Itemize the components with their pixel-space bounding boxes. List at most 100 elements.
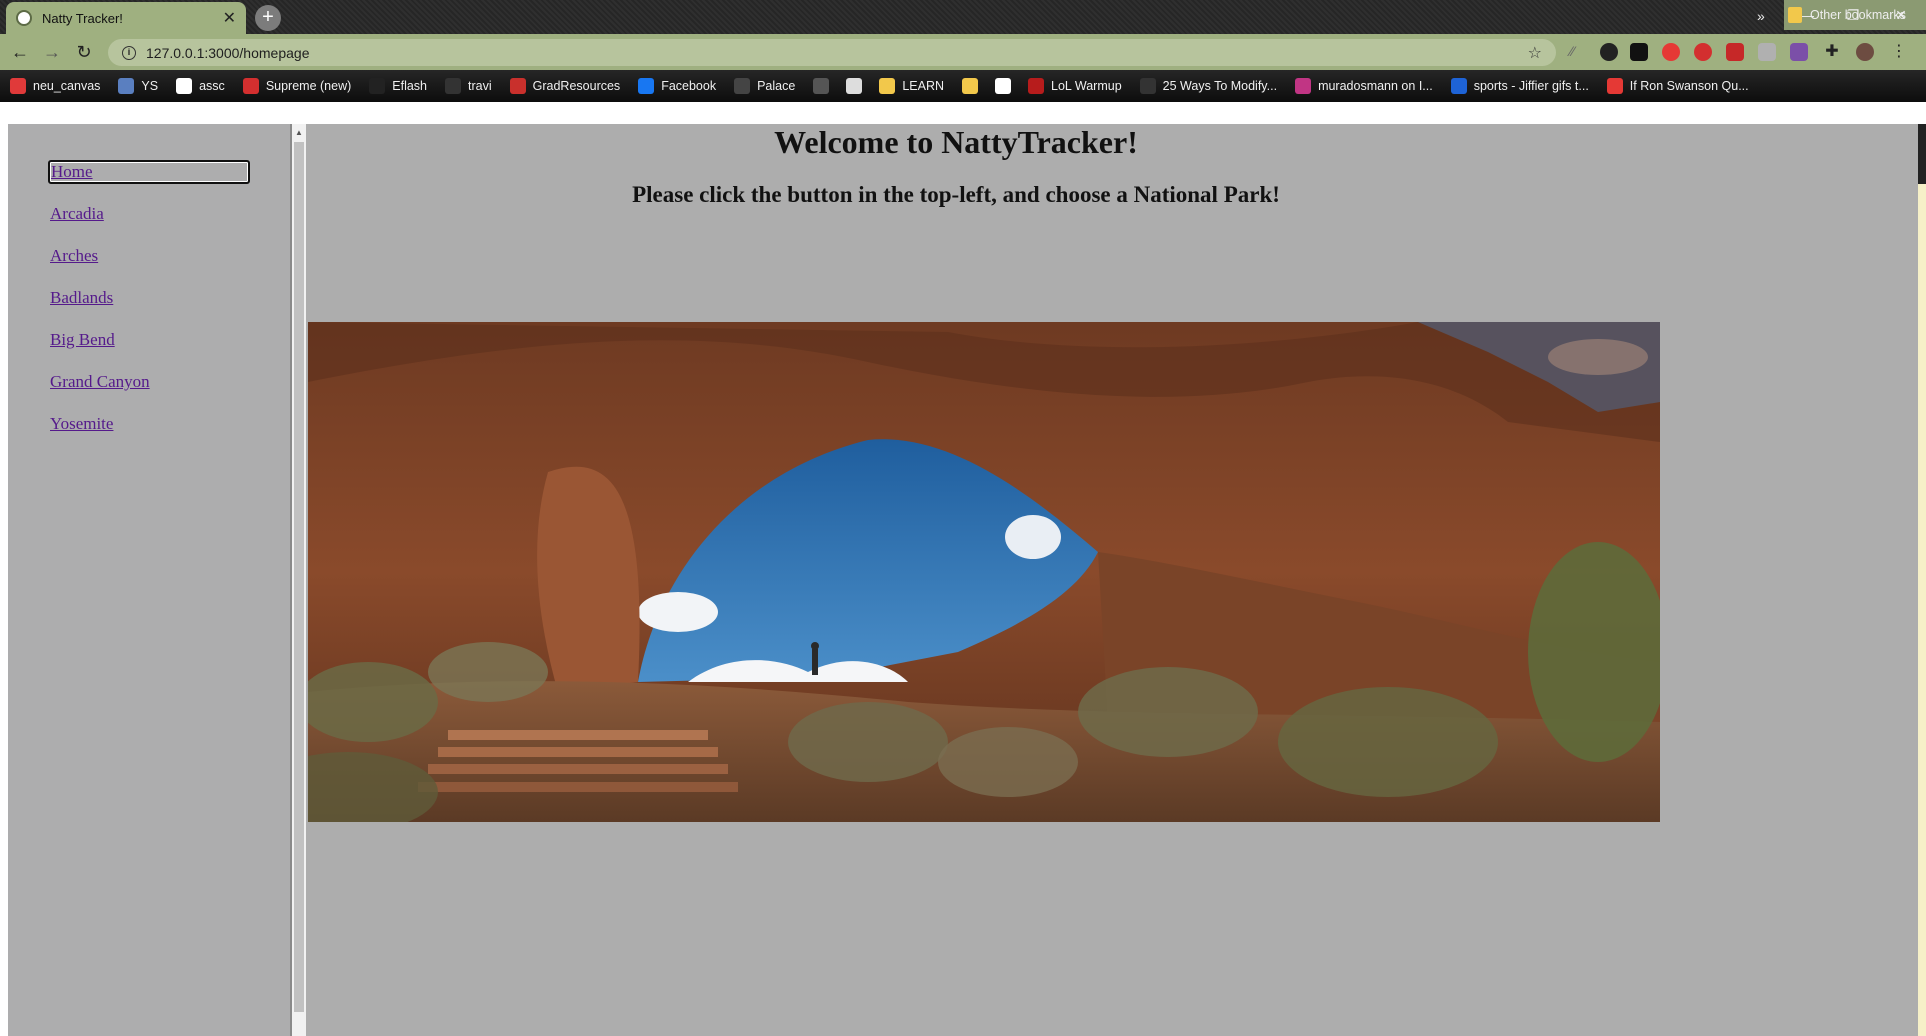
page-scrollbar-thumb[interactable] [1918,124,1926,184]
bookmark-item[interactable]: LEARN [879,78,944,94]
bookmark-favicon-icon [995,78,1012,94]
extensions-puzzle-icon[interactable]: ✚ [1823,43,1841,61]
extension-icon[interactable] [1662,43,1680,61]
bookmark-label: travi [468,79,492,93]
sidebar-item-arches[interactable]: Arches [50,246,98,266]
bookmark-item[interactable]: Eflash [369,78,427,94]
bookmark-item[interactable]: 25 Ways To Modify... [1139,78,1278,94]
bookmarks-bar: neu_canvas YS assc Supreme (new) Eflash travi… [0,70,1926,102]
new-tab-button[interactable]: + [255,5,281,31]
web-page: » Home Arcadia Arches Badlands Big Bend … [0,102,1926,1036]
bookmark-item[interactable]: GradResources [509,78,621,94]
bookmark-label: 25 Ways To Modify... [1162,79,1278,93]
bookmark-item[interactable]: Facebook [638,78,716,94]
bookmark-item[interactable]: neu_canvas [10,78,100,94]
extension-icon[interactable]: ⁄⁄ [1570,43,1588,61]
bookmark-favicon-icon [1606,78,1623,94]
scroll-up-icon[interactable]: ▲ [295,128,303,137]
forward-arrow-icon[interactable]: → [40,40,64,64]
bookmark-favicon-icon [176,78,193,94]
bookmark-item[interactable] [962,78,985,94]
menu-kebab-icon[interactable]: ⋮ [1890,43,1908,61]
browser-tab[interactable]: Natty Tracker! ✕ [6,2,246,34]
bookmark-label: assc [199,79,225,93]
bookmark-favicon-icon [962,78,979,94]
browser-title-bar: Natty Tracker! ✕ + — ❐ ✕ [0,0,1926,34]
sidebar-item-grand-canyon[interactable]: Grand Canyon [50,372,150,392]
bookmark-favicon-icon [879,78,896,94]
bookmark-favicon-icon [734,78,751,94]
main-content: Welcome to NattyTracker! Please click th… [306,124,1918,1036]
bookmark-label: sports - Jiffier gifs t... [1473,79,1589,93]
avatar[interactable] [1856,43,1874,61]
scrollbar-thumb[interactable] [294,142,304,1012]
bookmark-favicon-icon [445,78,462,94]
bookmark-label: muradosmann on I... [1318,79,1433,93]
bookmark-item[interactable]: YS [118,78,158,94]
sidebar-nav: » Home Arcadia Arches Badlands Big Bend … [8,124,296,1036]
bookmarks-overflow-icon[interactable]: » [1757,8,1765,24]
page-scrollbar[interactable] [1918,124,1926,1036]
bookmark-item[interactable]: sports - Jiffier gifs t... [1450,78,1589,94]
bookmark-label: Eflash [392,79,428,93]
sidebar-item-home[interactable]: Home [48,160,250,184]
bookmark-favicon-icon [846,78,863,94]
bookmark-label: YS [141,79,159,93]
globe-icon [16,10,32,26]
bookmark-item[interactable] [846,78,869,94]
bookmark-favicon-icon [10,78,26,94]
browser-toolbar: ← → ↻ i 127.0.0.1:3000/homepage ☆ ⁄⁄ ✚ ⋮ [0,34,1926,70]
bookmark-label: Palace [757,79,796,93]
sidebar-item-big-bend[interactable]: Big Bend [50,330,115,350]
back-arrow-icon[interactable]: ← [8,40,32,64]
bookmark-label: neu_canvas [33,79,101,93]
bookmark-favicon-icon [1295,78,1312,94]
bookmark-star-icon[interactable]: ☆ [1528,43,1542,63]
url-text: 127.0.0.1:3000/homepage [146,44,310,61]
sidebar-item-yosemite[interactable]: Yosemite [50,414,113,434]
bookmark-label: GradResources [532,79,621,93]
page-title: Welcome to NattyTracker! [774,124,1138,160]
hero-image-arches [308,322,1660,822]
sidebar-scrollbar[interactable]: ▲ [292,124,306,1036]
bookmark-favicon-icon [1139,78,1156,94]
bookmark-item[interactable]: assc [176,78,225,94]
bookmark-item[interactable]: Palace [734,78,795,94]
bookmark-favicon-icon [242,78,259,94]
extension-icon[interactable] [1758,43,1776,61]
extension-icon[interactable] [1600,43,1618,61]
bookmark-label: Facebook [661,79,717,93]
bookmark-favicon-icon [1450,78,1467,94]
folder-icon [1788,7,1802,23]
bookmark-favicon-icon [813,78,830,94]
bookmark-favicon-icon [1028,78,1045,94]
bookmark-favicon-icon [369,78,386,94]
close-tab-icon[interactable]: ✕ [223,8,236,28]
arch-landscape-image [308,322,1660,822]
bookmark-label: LEARN [902,79,945,93]
bookmark-favicon-icon [638,78,655,94]
bookmark-favicon-icon [509,78,526,94]
info-icon[interactable]: i [122,45,136,60]
adblock-icon[interactable] [1694,43,1712,61]
bookmark-label: Supreme (new) [265,79,352,93]
bookmark-label: If Ron Swanson Qu... [1629,79,1749,93]
page-subtitle: Please click the button in the top-left,… [632,182,1280,207]
bookmark-label: LoL Warmup [1051,79,1122,93]
bookmark-item[interactable]: travi [445,78,492,94]
sidebar-item-badlands[interactable]: Badlands [50,288,113,308]
extension-icon[interactable] [1726,43,1744,61]
bookmark-item[interactable] [995,78,1018,94]
extension-icon[interactable] [1790,43,1808,61]
tab-title: Natty Tracker! [42,10,123,26]
bookmark-item[interactable] [813,78,836,94]
bookmark-item[interactable]: If Ron Swanson Qu... [1606,78,1749,94]
sidebar-item-arcadia[interactable]: Arcadia [50,204,104,224]
other-bookmarks[interactable]: Other bookmarks [1788,7,1906,23]
bookmark-item[interactable]: LoL Warmup [1028,78,1122,94]
address-bar[interactable]: i 127.0.0.1:3000/homepage ☆ [108,39,1556,66]
bookmark-item[interactable]: Supreme (new) [242,78,352,94]
extension-icon[interactable] [1630,43,1648,61]
reload-icon[interactable]: ↻ [72,40,96,64]
bookmark-item[interactable]: muradosmann on I... [1295,78,1433,94]
